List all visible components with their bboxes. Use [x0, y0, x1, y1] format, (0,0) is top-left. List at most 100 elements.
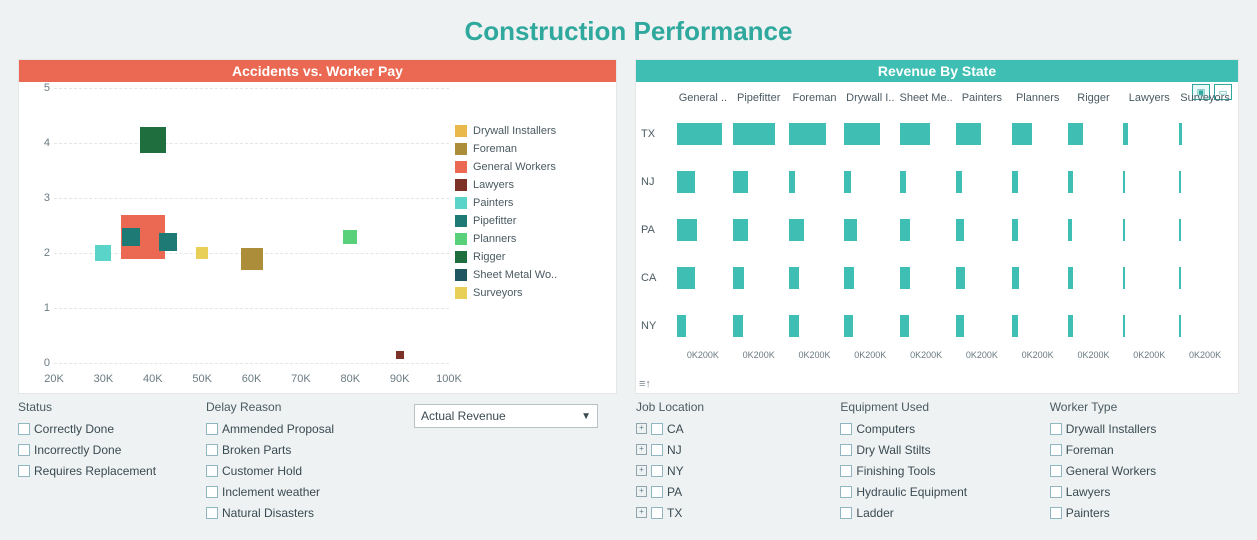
bar-cell[interactable]: [898, 119, 954, 149]
bar-cell[interactable]: [1066, 167, 1122, 197]
legend-item[interactable]: Pipefitter: [455, 212, 610, 230]
scatter-point[interactable]: [196, 247, 208, 259]
expand-icon[interactable]: +: [636, 486, 647, 497]
checkbox[interactable]: [18, 465, 30, 477]
bar-cell[interactable]: [731, 215, 787, 245]
small-multiples-area[interactable]: General ..PipefitterForemanDrywall I..Sh…: [641, 92, 1233, 363]
checkbox[interactable]: [1050, 444, 1062, 456]
state-label[interactable]: TX: [641, 128, 675, 140]
bar-cell[interactable]: [1010, 311, 1066, 341]
bar-cell[interactable]: [675, 311, 731, 341]
bar-cell[interactable]: [898, 215, 954, 245]
legend-item[interactable]: Painters: [455, 194, 610, 212]
filter-item[interactable]: Customer Hold: [206, 460, 396, 481]
measure-dropdown[interactable]: Actual Revenue ▼: [414, 404, 598, 428]
checkbox[interactable]: [1050, 486, 1062, 498]
filter-item[interactable]: +NJ: [636, 439, 822, 460]
bar-cell[interactable]: [842, 215, 898, 245]
legend-item[interactable]: Lawyers: [455, 176, 610, 194]
checkbox[interactable]: [206, 444, 218, 456]
scatter-point[interactable]: [241, 248, 263, 270]
column-header[interactable]: Sheet Me..: [898, 92, 954, 110]
checkbox[interactable]: [206, 465, 218, 477]
checkbox[interactable]: [206, 507, 218, 519]
filter-item[interactable]: Correctly Done: [18, 418, 188, 439]
filter-item[interactable]: Inclement weather: [206, 481, 396, 502]
filter-item[interactable]: Hydraulic Equipment: [840, 481, 1031, 502]
column-header[interactable]: Foreman: [787, 92, 843, 110]
filter-item[interactable]: Painters: [1050, 502, 1241, 523]
state-label[interactable]: CA: [641, 272, 675, 284]
filter-item[interactable]: Natural Disasters: [206, 502, 396, 523]
scatter-point[interactable]: [343, 230, 357, 244]
filter-item[interactable]: Dry Wall Stilts: [840, 439, 1031, 460]
scatter-point[interactable]: [159, 233, 177, 251]
filter-item[interactable]: Finishing Tools: [840, 460, 1031, 481]
filter-item[interactable]: +CA: [636, 418, 822, 439]
checkbox[interactable]: [1050, 507, 1062, 519]
column-header[interactable]: Painters: [954, 92, 1010, 110]
bar-cell[interactable]: [954, 215, 1010, 245]
bar-cell[interactable]: [1066, 263, 1122, 293]
legend-item[interactable]: Sheet Metal Wo..: [455, 266, 610, 284]
bar-cell[interactable]: [842, 119, 898, 149]
bar-cell[interactable]: [1177, 119, 1233, 149]
legend-item[interactable]: General Workers: [455, 158, 610, 176]
column-header[interactable]: Drywall I..: [842, 92, 898, 110]
bar-cell[interactable]: [1010, 215, 1066, 245]
checkbox[interactable]: [840, 423, 852, 435]
filter-item[interactable]: +TX: [636, 502, 822, 523]
column-header[interactable]: Rigger: [1066, 92, 1122, 110]
expand-icon[interactable]: +: [636, 444, 647, 455]
filter-item[interactable]: Requires Replacement: [18, 460, 188, 481]
checkbox[interactable]: [651, 507, 663, 519]
column-header[interactable]: General ..: [675, 92, 731, 110]
checkbox[interactable]: [651, 486, 663, 498]
bar-cell[interactable]: [1010, 263, 1066, 293]
scatter-point[interactable]: [140, 127, 166, 153]
bar-cell[interactable]: [675, 167, 731, 197]
scatter-plot-area[interactable]: 01234520K30K40K50K60K70K80K90K100K: [54, 88, 449, 363]
filter-item[interactable]: Lawyers: [1050, 481, 1241, 502]
filter-item[interactable]: Drywall Installers: [1050, 418, 1241, 439]
bar-cell[interactable]: [898, 167, 954, 197]
state-label[interactable]: PA: [641, 224, 675, 236]
checkbox[interactable]: [651, 444, 663, 456]
scatter-point[interactable]: [122, 228, 140, 246]
expand-icon[interactable]: +: [636, 465, 647, 476]
bar-cell[interactable]: [1177, 215, 1233, 245]
bar-cell[interactable]: [1177, 167, 1233, 197]
checkbox[interactable]: [840, 465, 852, 477]
bar-cell[interactable]: [1121, 119, 1177, 149]
filter-item[interactable]: +NY: [636, 460, 822, 481]
bar-cell[interactable]: [842, 263, 898, 293]
bar-cell[interactable]: [787, 311, 843, 341]
bar-cell[interactable]: [731, 119, 787, 149]
legend-item[interactable]: Rigger: [455, 248, 610, 266]
checkbox[interactable]: [18, 444, 30, 456]
filter-item[interactable]: Incorrectly Done: [18, 439, 188, 460]
checkbox[interactable]: [1050, 423, 1062, 435]
checkbox[interactable]: [1050, 465, 1062, 477]
bar-cell[interactable]: [787, 167, 843, 197]
bar-cell[interactable]: [898, 263, 954, 293]
bar-cell[interactable]: [1121, 215, 1177, 245]
filter-item[interactable]: Computers: [840, 418, 1031, 439]
column-header[interactable]: Surveyors: [1177, 92, 1233, 110]
legend-item[interactable]: Drywall Installers: [455, 122, 610, 140]
bar-cell[interactable]: [1121, 263, 1177, 293]
filter-item[interactable]: General Workers: [1050, 460, 1241, 481]
bar-cell[interactable]: [898, 311, 954, 341]
bar-cell[interactable]: [1066, 215, 1122, 245]
legend-item[interactable]: Surveyors: [455, 284, 610, 302]
bar-cell[interactable]: [1066, 119, 1122, 149]
bar-cell[interactable]: [954, 167, 1010, 197]
checkbox[interactable]: [206, 423, 218, 435]
bar-cell[interactable]: [731, 311, 787, 341]
bar-cell[interactable]: [1177, 311, 1233, 341]
scatter-point[interactable]: [396, 351, 404, 359]
bar-cell[interactable]: [1121, 311, 1177, 341]
filter-item[interactable]: Broken Parts: [206, 439, 396, 460]
column-header[interactable]: Pipefitter: [731, 92, 787, 110]
filter-item[interactable]: +PA: [636, 481, 822, 502]
